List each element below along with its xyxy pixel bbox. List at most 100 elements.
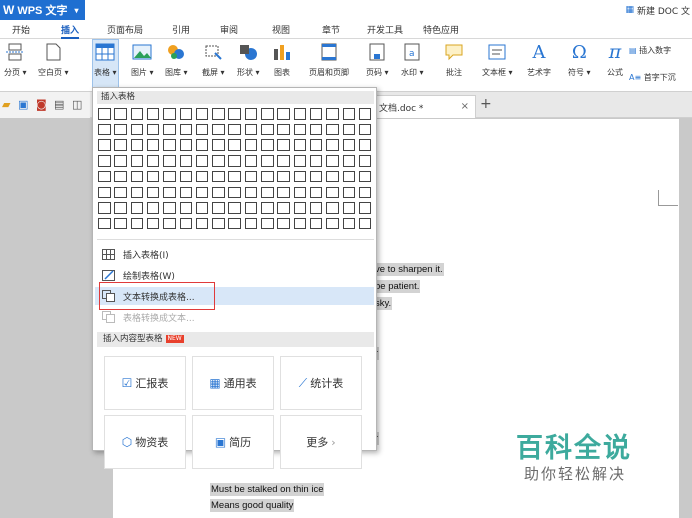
table-grid-cell[interactable] bbox=[98, 108, 111, 120]
table-grid-cell[interactable] bbox=[114, 186, 127, 198]
tab-view[interactable]: 视图 bbox=[272, 23, 290, 36]
table-grid-cell[interactable] bbox=[163, 155, 176, 167]
table-grid-cell[interactable] bbox=[212, 186, 225, 198]
table-grid-cell[interactable] bbox=[261, 123, 274, 136]
card-resume[interactable]: ▣ 简历 bbox=[192, 415, 274, 469]
table-grid-cell[interactable] bbox=[228, 139, 241, 151]
card-report-table[interactable]: ☑ 汇报表 bbox=[104, 356, 186, 410]
table-grid-cell[interactable] bbox=[228, 123, 241, 136]
table-grid-cell[interactable] bbox=[163, 139, 176, 151]
comment-button[interactable]: 批注 bbox=[444, 42, 464, 78]
table-grid-cell[interactable] bbox=[293, 170, 307, 183]
formula-button[interactable]: π 公式 bbox=[605, 41, 625, 78]
document-text-line[interactable]: Must be stalked on thin ice bbox=[210, 483, 325, 496]
table-grid-cell[interactable] bbox=[277, 155, 290, 167]
table-grid-cell[interactable] bbox=[195, 217, 209, 230]
table-grid-cell[interactable] bbox=[130, 202, 144, 214]
table-grid-cell[interactable] bbox=[130, 108, 144, 120]
table-grid-cell[interactable] bbox=[293, 139, 307, 151]
tab-page-layout[interactable]: 页面布局 bbox=[107, 23, 143, 36]
table-grid-cell[interactable] bbox=[146, 202, 160, 214]
table-grid-cell[interactable] bbox=[98, 217, 111, 230]
table-grid-cell[interactable] bbox=[293, 186, 307, 198]
new-tab-button[interactable]: + bbox=[480, 96, 492, 112]
table-grid-cell[interactable] bbox=[195, 108, 209, 120]
table-grid-cell[interactable] bbox=[179, 186, 192, 198]
card-stats-table[interactable]: ⟋ 统计表 bbox=[280, 356, 362, 410]
table-grid-cell[interactable] bbox=[114, 123, 127, 136]
pdf-icon[interactable]: ◙ bbox=[36, 98, 47, 111]
table-grid-cell[interactable] bbox=[309, 186, 323, 198]
tab-start[interactable]: 开始 bbox=[12, 23, 30, 36]
table-grid-cell[interactable] bbox=[163, 186, 176, 198]
table-grid-cell[interactable] bbox=[244, 170, 258, 183]
open-folder-icon[interactable]: ▰ bbox=[2, 98, 10, 111]
table-grid-cell[interactable] bbox=[179, 108, 192, 120]
table-grid-cell[interactable] bbox=[309, 155, 323, 167]
tab-references[interactable]: 引用 bbox=[172, 23, 190, 36]
table-grid-cell[interactable] bbox=[326, 139, 339, 151]
table-grid-cell[interactable] bbox=[358, 108, 372, 120]
table-grid-cell[interactable] bbox=[114, 108, 127, 120]
picture-button[interactable]: 图片 ▾ bbox=[131, 42, 154, 78]
table-grid-cell[interactable] bbox=[228, 170, 241, 183]
table-grid-cell[interactable] bbox=[212, 123, 225, 136]
table-grid-cell[interactable] bbox=[163, 108, 176, 120]
table-grid-cell[interactable] bbox=[261, 155, 274, 167]
table-grid-cell[interactable] bbox=[228, 108, 241, 120]
table-grid-cell[interactable] bbox=[342, 170, 355, 183]
table-grid-cell[interactable] bbox=[293, 108, 307, 120]
table-grid-cell[interactable] bbox=[212, 217, 225, 230]
table-grid-cell[interactable] bbox=[146, 155, 160, 167]
table-grid-cell[interactable] bbox=[98, 170, 111, 183]
shapes-button[interactable]: 形状 ▾ bbox=[237, 42, 260, 78]
table-grid-cell[interactable] bbox=[358, 139, 372, 151]
table-grid-cell[interactable] bbox=[358, 202, 372, 214]
page-number-button[interactable]: 页码 ▾ bbox=[366, 42, 389, 78]
table-grid-cell[interactable] bbox=[98, 123, 111, 136]
tab-review[interactable]: 审阅 bbox=[220, 23, 238, 36]
table-grid-cell[interactable] bbox=[130, 217, 144, 230]
table-grid-cell[interactable] bbox=[326, 202, 339, 214]
table-grid-cell[interactable] bbox=[358, 170, 372, 183]
print-icon[interactable]: ▤ bbox=[54, 98, 64, 111]
table-grid-cell[interactable] bbox=[342, 186, 355, 198]
table-grid-cell[interactable] bbox=[179, 170, 192, 183]
table-grid-cell[interactable] bbox=[114, 202, 127, 214]
table-grid-cell[interactable] bbox=[358, 186, 372, 198]
table-grid-cell[interactable] bbox=[342, 217, 355, 230]
table-grid-cell[interactable] bbox=[244, 155, 258, 167]
table-grid-cell[interactable] bbox=[212, 170, 225, 183]
table-grid-cell[interactable] bbox=[179, 217, 192, 230]
table-grid-cell[interactable] bbox=[130, 155, 144, 167]
table-grid-cell[interactable] bbox=[195, 202, 209, 214]
table-grid-cell[interactable] bbox=[326, 123, 339, 136]
tab-insert[interactable]: 插入 bbox=[61, 23, 80, 39]
table-grid-cell[interactable] bbox=[326, 108, 339, 120]
document-text-line[interactable]: Means good quality bbox=[210, 499, 295, 512]
table-grid-cell[interactable] bbox=[277, 202, 290, 214]
table-grid-cell[interactable] bbox=[261, 202, 274, 214]
table-grid-cell[interactable] bbox=[130, 123, 144, 136]
table-grid-cell[interactable] bbox=[195, 123, 209, 136]
table-grid-cell[interactable] bbox=[212, 139, 225, 151]
table-grid-cell[interactable] bbox=[130, 170, 144, 183]
table-grid-cell[interactable] bbox=[358, 123, 372, 136]
table-grid-cell[interactable] bbox=[146, 186, 160, 198]
table-grid-cell[interactable] bbox=[244, 217, 258, 230]
table-grid-cell[interactable] bbox=[244, 202, 258, 214]
menu-insert-table[interactable]: 插入表格(I) bbox=[95, 245, 374, 263]
table-grid-cell[interactable] bbox=[326, 217, 339, 230]
table-grid-cell[interactable] bbox=[309, 123, 323, 136]
table-grid-cell[interactable] bbox=[309, 108, 323, 120]
table-grid-cell[interactable] bbox=[326, 155, 339, 167]
table-grid-cell[interactable] bbox=[342, 123, 355, 136]
table-grid-cell[interactable] bbox=[146, 108, 160, 120]
table-grid-cell[interactable] bbox=[228, 202, 241, 214]
table-grid-cell[interactable] bbox=[309, 202, 323, 214]
table-grid-cell[interactable] bbox=[195, 139, 209, 151]
table-grid-cell[interactable] bbox=[293, 123, 307, 136]
save-icon[interactable]: ▣ bbox=[18, 98, 28, 111]
table-grid-cell[interactable] bbox=[244, 108, 258, 120]
table-grid-cell[interactable] bbox=[163, 170, 176, 183]
